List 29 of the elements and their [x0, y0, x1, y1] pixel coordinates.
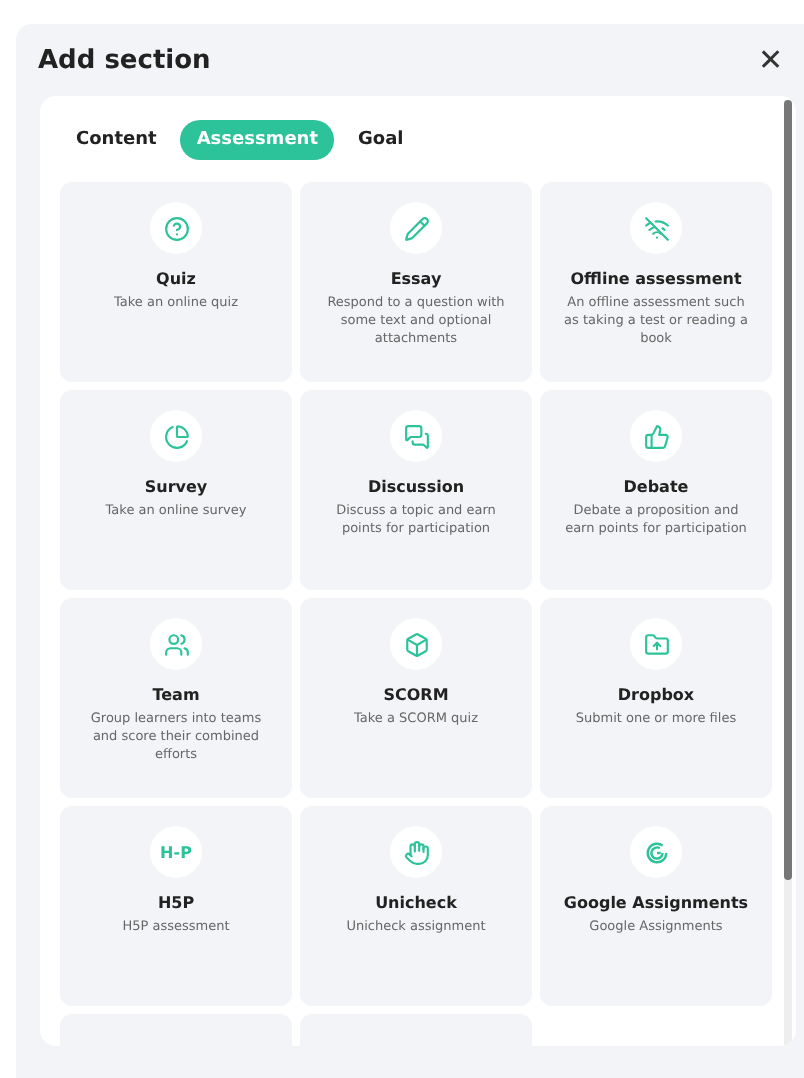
card-title: Offline assessment — [570, 270, 742, 288]
tab[interactable]: Goal — [342, 120, 420, 160]
help-icon — [163, 215, 189, 241]
thumbs-up-icon — [643, 423, 669, 449]
card-title: Quiz — [156, 270, 196, 288]
folder-upload-icon — [643, 631, 669, 657]
pie-chart-icon — [163, 423, 189, 449]
people-icon — [163, 631, 189, 657]
card-title: Unicheck — [375, 894, 457, 912]
pencil-icon — [403, 215, 429, 241]
card-title: Google Assignments — [563, 894, 749, 912]
hand-icon — [403, 839, 429, 865]
card-title: Team — [152, 686, 200, 704]
spiral-icon — [643, 839, 669, 865]
speech-bubbles-icon — [403, 423, 429, 449]
wifi-off-icon — [643, 215, 669, 241]
tab[interactable]: Content — [60, 120, 173, 160]
scrollbar-thumb[interactable] — [784, 100, 792, 880]
card-title: Survey — [144, 478, 208, 496]
dialog-title: Add section — [38, 45, 211, 75]
card-title: SCORM — [383, 686, 449, 704]
card-title: H5P — [157, 894, 195, 912]
logo-icon: H-P — [160, 843, 192, 861]
close-button[interactable]: ✕ — [758, 42, 784, 78]
card-title: Essay — [390, 270, 442, 288]
card-title: Dropbox — [617, 686, 695, 704]
cube-icon — [403, 631, 429, 657]
card-title: Discussion — [367, 478, 465, 496]
card-title: Debate — [623, 478, 689, 496]
